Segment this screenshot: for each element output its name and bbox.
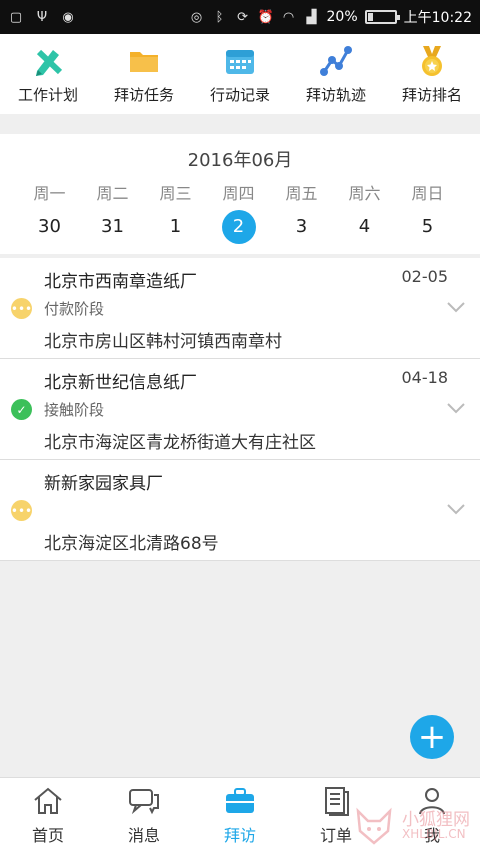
day-column[interactable]: 周五 3 bbox=[270, 180, 333, 244]
visit-date: 04-18 bbox=[401, 368, 449, 387]
day-number[interactable]: 3 bbox=[285, 210, 319, 244]
screenshot-icon: ▢ bbox=[9, 9, 23, 25]
briefcase-icon bbox=[226, 787, 254, 813]
day-column[interactable]: 周一 30 bbox=[18, 180, 81, 244]
medal-icon bbox=[415, 44, 449, 78]
status-bar: ▢ Ψ ◉ ◎ ᛒ ⟳ ⏰ ◠ ▟ 20% 上午10:22 bbox=[0, 0, 480, 34]
customer-name: 新新家园家具厂 bbox=[44, 474, 163, 494]
pencil-ruler-icon bbox=[31, 44, 65, 78]
battery-icon bbox=[364, 10, 400, 24]
tool-visit-route-label: 拜访轨迹 bbox=[305, 85, 366, 104]
customer-address: 北京海淀区北清路68号 bbox=[44, 534, 219, 554]
calendar-icon bbox=[223, 44, 257, 78]
tab-me-label: 我 bbox=[423, 825, 440, 845]
add-visit-button[interactable]: + bbox=[410, 715, 454, 759]
list-item[interactable]: 北京市西南章造纸厂 02-05 ••• 付款阶段 北京市房山区韩村河镇西南章村 bbox=[0, 258, 480, 359]
route-icon bbox=[319, 44, 353, 78]
month-title[interactable]: 2016年06月 bbox=[0, 146, 480, 172]
tool-action-record-label: 行动记录 bbox=[209, 85, 270, 104]
bluetooth-icon: ᛒ bbox=[215, 9, 224, 25]
more-dots-icon: ••• bbox=[11, 500, 32, 521]
weekday-name: 周四 bbox=[222, 184, 255, 203]
tab-messages[interactable]: 消息 bbox=[96, 778, 192, 853]
day-number[interactable]: 30 bbox=[33, 210, 67, 244]
day-column[interactable]: 周六 4 bbox=[333, 180, 396, 244]
weekday-name: 周三 bbox=[159, 184, 192, 203]
tool-visit-route[interactable]: 拜访轨迹 bbox=[288, 34, 384, 114]
usb-icon: Ψ bbox=[36, 9, 48, 25]
customer-address: 北京市房山区韩村河镇西南章村 bbox=[44, 332, 282, 352]
tab-me[interactable]: 我 bbox=[384, 778, 480, 853]
tab-home-label: 首页 bbox=[31, 825, 64, 845]
list-item[interactable]: 北京新世纪信息纸厂 04-18 ✓ 接触阶段 北京市海淀区青龙桥街道大有庄社区 bbox=[0, 359, 480, 460]
visit-stage: 接触阶段 bbox=[44, 401, 105, 419]
tool-visit-ranking-label: 拜访排名 bbox=[401, 85, 462, 104]
tab-visit[interactable]: 拜访 bbox=[192, 778, 288, 853]
person-icon bbox=[419, 787, 445, 814]
bottom-tab-bar: 首页 消息 拜访 订单 我 bbox=[0, 777, 480, 853]
visit-stage: 付款阶段 bbox=[44, 300, 105, 318]
clock-time: 上午10:22 bbox=[403, 10, 472, 26]
tab-visit-label: 拜访 bbox=[223, 825, 256, 845]
customer-address: 北京市海淀区青龙桥街道大有庄社区 bbox=[44, 433, 316, 453]
visit-date: 02-05 bbox=[401, 267, 449, 286]
tool-visit-task-label: 拜访任务 bbox=[113, 85, 174, 104]
tool-action-record[interactable]: 行动记录 bbox=[192, 34, 288, 114]
day-column[interactable]: 周日 5 bbox=[396, 180, 459, 244]
location-icon: ◎ bbox=[190, 9, 203, 25]
day-column[interactable]: 周三 1 bbox=[144, 180, 207, 244]
tool-visit-task[interactable]: 拜访任务 bbox=[96, 34, 192, 114]
tab-orders-label: 订单 bbox=[319, 825, 352, 845]
check-icon: ✓ bbox=[11, 399, 32, 420]
home-icon bbox=[34, 787, 62, 814]
battery-percent: 20% bbox=[326, 9, 358, 25]
weekday-name: 周六 bbox=[348, 184, 381, 203]
week-calendar: 2016年06月 周一 30 周二 31 周三 1 周四 2 周五 3 周六 4 周日 5 bbox=[0, 134, 480, 254]
chevron-down-icon[interactable] bbox=[446, 502, 466, 516]
tab-home[interactable]: 首页 bbox=[0, 778, 96, 853]
android-icon: ◉ bbox=[62, 9, 74, 25]
day-column[interactable]: 周四 2 bbox=[207, 180, 270, 244]
more-dots-icon: ••• bbox=[11, 298, 32, 319]
feature-toolbar: 工作计划 拜访任务 行动记录 拜访轨迹 拜访排名 bbox=[0, 34, 480, 114]
signal-icon: ▟ bbox=[306, 9, 317, 25]
rotate-icon: ⟳ bbox=[237, 9, 248, 25]
folder-icon bbox=[127, 44, 161, 78]
wifi-icon: ◠ bbox=[282, 9, 295, 25]
tool-visit-ranking[interactable]: 拜访排名 bbox=[384, 34, 480, 114]
day-number[interactable]: 1 bbox=[159, 210, 193, 244]
weekday-name: 周五 bbox=[285, 184, 318, 203]
day-number[interactable]: 31 bbox=[96, 210, 130, 244]
day-number[interactable]: 2 bbox=[221, 210, 256, 244]
day-number[interactable]: 4 bbox=[348, 210, 382, 244]
tool-work-plan-label: 工作计划 bbox=[17, 85, 78, 104]
chevron-down-icon[interactable] bbox=[446, 401, 466, 415]
alarm-icon: ⏰ bbox=[257, 9, 274, 25]
list-item[interactable]: 新新家园家具厂 ••• 北京海淀区北清路68号 bbox=[0, 460, 480, 561]
week-row: 周一 30 周二 31 周三 1 周四 2 周五 3 周六 4 周日 5 bbox=[18, 180, 459, 244]
weekday-name: 周一 bbox=[33, 184, 66, 203]
weekday-name: 周二 bbox=[96, 184, 129, 203]
tab-messages-label: 消息 bbox=[127, 825, 160, 845]
day-column[interactable]: 周二 31 bbox=[81, 180, 144, 244]
document-icon bbox=[325, 786, 349, 816]
plus-icon: + bbox=[417, 717, 447, 757]
chevron-down-icon[interactable] bbox=[446, 300, 466, 314]
tab-orders[interactable]: 订单 bbox=[288, 778, 384, 853]
customer-name: 北京市西南章造纸厂 bbox=[44, 272, 197, 292]
chat-icon bbox=[129, 788, 159, 814]
weekday-name: 周日 bbox=[411, 184, 444, 203]
visit-list: 北京市西南章造纸厂 02-05 ••• 付款阶段 北京市房山区韩村河镇西南章村 … bbox=[0, 258, 480, 561]
tool-work-plan[interactable]: 工作计划 bbox=[0, 34, 96, 114]
day-number[interactable]: 5 bbox=[411, 210, 445, 244]
customer-name: 北京新世纪信息纸厂 bbox=[44, 373, 197, 393]
